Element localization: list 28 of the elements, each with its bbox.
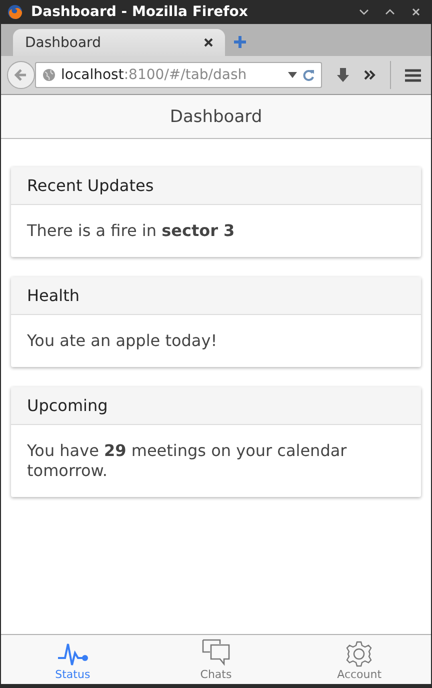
window-title: Dashboard - Mozilla Firefox: [31, 4, 249, 20]
tab-item[interactable]: Status: [1, 635, 144, 684]
overflow-icon[interactable]: [364, 70, 376, 80]
globe-icon: [42, 68, 56, 82]
maximize-icon[interactable]: [385, 8, 395, 16]
browser-logo-icon: [7, 4, 23, 20]
tab-item[interactable]: Account: [288, 635, 431, 684]
card-text: There is a fire in sector 3: [27, 221, 235, 240]
minimize-icon[interactable]: [359, 8, 369, 16]
card-title: Health: [27, 286, 80, 305]
card-title: Recent Updates: [27, 176, 154, 195]
dropdown-icon[interactable]: [288, 71, 297, 79]
close-tab-icon[interactable]: [204, 38, 213, 47]
card-text: You have 29 meetings on your calendar tomorrow.: [27, 441, 347, 480]
back-arrow-icon: [14, 68, 28, 82]
pulse-icon: [56, 641, 89, 667]
browser-tab[interactable]: Dashboard: [13, 29, 225, 56]
close-icon[interactable]: [411, 7, 421, 17]
menu-icon[interactable]: [405, 68, 421, 82]
reload-icon[interactable]: [302, 68, 315, 82]
card-text: You ate an apple today!: [27, 331, 218, 350]
address-field[interactable]: localhost:8100/#/tab/dash: [35, 62, 322, 88]
download-icon[interactable]: [336, 67, 350, 83]
page-title: Dashboard: [170, 106, 262, 126]
card-title: Upcoming: [27, 396, 108, 415]
settings-icon: [346, 641, 372, 667]
tab-item[interactable]: Chats: [144, 635, 288, 684]
chat-bubbles-icon: [202, 639, 230, 667]
